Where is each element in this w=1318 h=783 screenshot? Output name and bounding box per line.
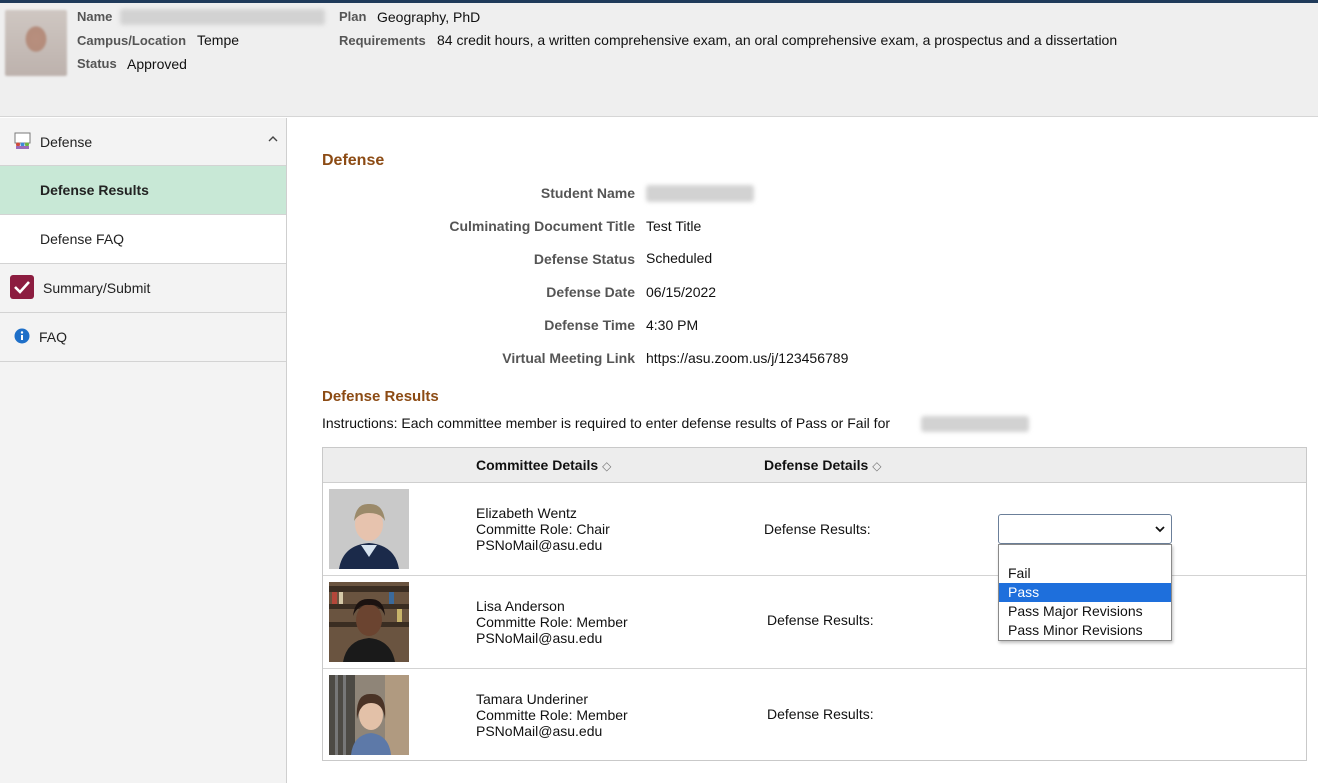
- option-pass[interactable]: Pass: [999, 583, 1171, 602]
- member-role: Committe Role: Member: [476, 707, 628, 723]
- sidebar-item-defense-faq[interactable]: Defense FAQ: [0, 215, 286, 264]
- student-header: Name Campus/Location Tempe Status Approv…: [0, 3, 1318, 117]
- info-icon: [14, 328, 30, 347]
- committee-member-photo: [329, 675, 409, 755]
- defense-people-icon: [14, 132, 31, 152]
- field-label-meeting-link: Virtual Meeting Link: [502, 350, 635, 366]
- member-email: PSNoMail@asu.edu: [476, 723, 603, 739]
- field-label-defense-date: Defense Date: [546, 284, 635, 300]
- sort-icon[interactable]: ◇: [872, 459, 881, 473]
- sidebar-item-faq[interactable]: FAQ: [0, 313, 286, 362]
- member-name: Tamara Underiner: [476, 691, 589, 707]
- checkbox-checked-icon: [10, 274, 34, 302]
- member-role: Committe Role: Member: [476, 614, 628, 630]
- status-value: Approved: [127, 56, 187, 72]
- plan-value: Geography, PhD: [377, 9, 481, 25]
- option-blank[interactable]: [999, 545, 1171, 564]
- field-value-defense-time: 4:30 PM: [646, 317, 699, 333]
- sort-icon[interactable]: ◇: [602, 459, 611, 473]
- defense-results-label: Defense Results:: [767, 612, 874, 628]
- defense-results-options: Fail Pass Pass Major Revisions Pass Mino…: [998, 544, 1172, 641]
- member-name: Elizabeth Wentz: [476, 505, 577, 521]
- defense-results-label: Defense Results:: [764, 521, 871, 537]
- sidebar-item-label: Defense Results: [40, 182, 149, 198]
- field-label-defense-time: Defense Time: [544, 317, 635, 333]
- student-avatar: [5, 10, 67, 76]
- requirements-label: Requirements: [339, 33, 426, 48]
- field-value-document-title: Test Title: [646, 218, 702, 234]
- member-role: Committe Role: Chair: [476, 521, 610, 537]
- campus-label: Campus/Location: [77, 33, 187, 48]
- sidebar-item-label: Defense FAQ: [40, 231, 125, 247]
- chevron-up-icon[interactable]: [268, 134, 278, 144]
- option-pass-minor-revisions[interactable]: Pass Minor Revisions: [999, 621, 1171, 640]
- field-value-defense-date: 06/15/2022: [646, 284, 717, 300]
- sidebar-item-defense[interactable]: Defense: [0, 118, 286, 166]
- sidebar-item-summary-submit[interactable]: Summary/Submit: [0, 264, 286, 313]
- defense-results-title: Defense Results: [322, 388, 439, 405]
- column-header-defense-details[interactable]: Defense Details ◇: [764, 457, 882, 473]
- committee-member-photo: [329, 489, 409, 569]
- sidebar-item-defense-results[interactable]: Defense Results: [0, 166, 286, 215]
- name-label: Name: [77, 9, 113, 24]
- field-value-defense-status: Scheduled: [646, 250, 713, 266]
- plan-label: Plan: [339, 9, 367, 24]
- field-label-defense-status: Defense Status: [533, 251, 635, 267]
- page-title: Defense: [322, 152, 385, 169]
- field-label-document-title: Culminating Document Title: [449, 218, 635, 234]
- field-label-student-name: Student Name: [540, 185, 635, 201]
- name-value-redacted: [120, 9, 325, 25]
- status-label: Status: [77, 56, 117, 71]
- member-email: PSNoMail@asu.edu: [476, 630, 603, 646]
- main-content: Defense Student Name Culminating Documen…: [288, 118, 1318, 783]
- member-email: PSNoMail@asu.edu: [476, 537, 603, 553]
- student-name-redacted: [646, 185, 754, 202]
- defense-results-select[interactable]: [998, 514, 1172, 544]
- campus-value: Tempe: [197, 32, 240, 48]
- defense-results-label: Defense Results:: [767, 706, 874, 722]
- instructions-text: Instructions: Each committee member is r…: [322, 415, 891, 431]
- sidebar-item-label: Defense: [40, 133, 93, 150]
- sidebar-item-label: FAQ: [39, 329, 68, 345]
- grid-header: Committee Details ◇ Defense Details ◇: [323, 448, 1306, 483]
- instructions-name-redacted: [921, 416, 1029, 432]
- field-value-meeting-link[interactable]: https://asu.zoom.us/j/123456789: [646, 350, 848, 366]
- sidebar: Defense Defense Results Defense FAQ Summ…: [0, 118, 287, 783]
- table-row: Tamara Underiner Committe Role: Member P…: [323, 669, 1306, 761]
- member-name: Lisa Anderson: [476, 598, 565, 614]
- requirements-value: 84 credit hours, a written comprehensive…: [437, 32, 1118, 48]
- sidebar-item-label: Summary/Submit: [43, 280, 151, 296]
- option-fail[interactable]: Fail: [999, 564, 1171, 583]
- chevron-down-icon: [1155, 526, 1165, 533]
- option-pass-major-revisions[interactable]: Pass Major Revisions: [999, 602, 1171, 621]
- column-header-committee-details[interactable]: Committee Details ◇: [476, 457, 611, 473]
- committee-member-photo: [329, 582, 409, 662]
